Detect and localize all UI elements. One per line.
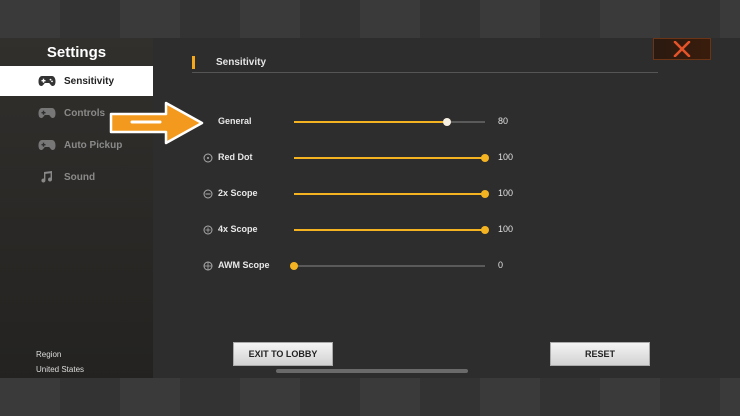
- slider-fill: [294, 157, 485, 159]
- setting-label: General: [218, 116, 252, 126]
- sidebar-item-label: Sensitivity: [64, 75, 115, 87]
- background-top: [0, 0, 740, 38]
- sensitivity-row-awm-scope: AWM Scope 0: [0, 256, 740, 276]
- sidebar-item-sensitivity[interactable]: Sensitivity: [0, 66, 153, 96]
- section-accent-bar: [192, 56, 195, 69]
- sensitivity-row-2x-scope: 2x Scope 100: [0, 184, 740, 204]
- scope-icon: [203, 189, 213, 199]
- red-dot-icon: [203, 153, 213, 163]
- setting-value: 100: [498, 224, 514, 234]
- slider-knob[interactable]: [481, 226, 489, 234]
- region-label: Region: [36, 350, 62, 359]
- slider-fill: [294, 193, 485, 195]
- general-slider[interactable]: [294, 118, 485, 126]
- sensitivity-row-red-dot: Red Dot 100: [0, 148, 740, 168]
- 4x-scope-slider[interactable]: [294, 226, 489, 234]
- awm-scope-slider[interactable]: [290, 262, 485, 270]
- setting-label: AWM Scope: [218, 260, 270, 270]
- music-note-icon: [41, 171, 53, 183]
- 2x-scope-slider[interactable]: [294, 190, 489, 198]
- slider-knob[interactable]: [290, 262, 298, 270]
- scope-icon: [203, 225, 213, 235]
- setting-value: 100: [498, 188, 514, 198]
- slider-knob[interactable]: [481, 154, 489, 162]
- region-value: United States: [36, 365, 85, 374]
- slider-knob[interactable]: [442, 118, 451, 126]
- close-icon: [673, 41, 691, 57]
- setting-value: 80: [498, 116, 509, 126]
- scroll-indicator[interactable]: [276, 369, 468, 373]
- sensitivity-row-4x-scope: 4x Scope 100: [0, 220, 740, 240]
- slider-fill: [294, 229, 485, 231]
- section-divider: [192, 72, 658, 73]
- crosshair-icon: [203, 261, 213, 271]
- background-bottom: [0, 378, 740, 416]
- setting-value: 0: [498, 260, 504, 270]
- setting-label: Red Dot: [218, 152, 253, 162]
- setting-label: 4x Scope: [218, 224, 258, 234]
- setting-label: 2x Scope: [218, 188, 258, 198]
- arrow-annotation-icon: [109, 101, 204, 145]
- setting-value: 100: [498, 152, 514, 162]
- reset-button[interactable]: RESET: [550, 342, 650, 366]
- settings-sidebar: Settings Sensitivity Controls Auto Picku…: [0, 38, 153, 378]
- slider-knob[interactable]: [481, 190, 489, 198]
- section-title: Sensitivity: [216, 57, 267, 68]
- sidebar-item-label: Sound: [64, 171, 96, 183]
- gamepad-icon: [38, 76, 56, 86]
- red-dot-slider[interactable]: [294, 154, 489, 162]
- exit-to-lobby-button[interactable]: EXIT TO LOBBY: [233, 342, 333, 366]
- settings-title: Settings: [46, 44, 107, 61]
- sensitivity-panel: [153, 38, 740, 378]
- close-button[interactable]: [653, 38, 711, 60]
- slider-fill: [294, 121, 447, 123]
